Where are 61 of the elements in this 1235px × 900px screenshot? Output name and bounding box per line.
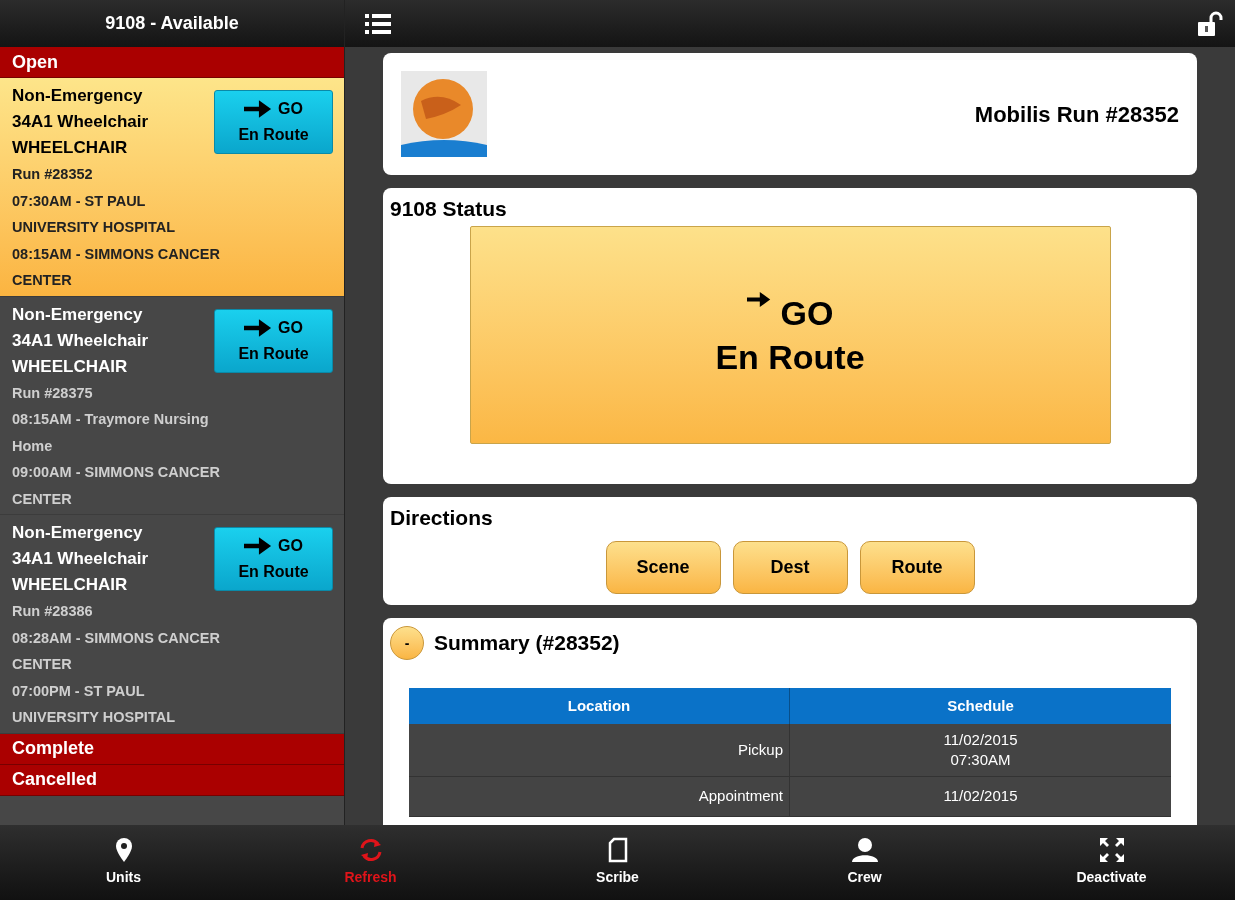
run-title-line: WHEELCHAIR bbox=[12, 355, 128, 378]
expand-icon bbox=[1098, 837, 1125, 863]
run-detail-line: 08:15AM - SIMMONS CANCER bbox=[12, 244, 220, 264]
tab-bar-button[interactable]: Deactivate bbox=[988, 825, 1235, 900]
run-title-line: Non-Emergency bbox=[12, 303, 143, 326]
run-detail-line: 09:00AM - SIMMONS CANCER bbox=[12, 463, 220, 482]
go-en-route-button[interactable]: GO En Route bbox=[469, 226, 1111, 444]
arrow-icon bbox=[244, 536, 273, 556]
person-icon bbox=[850, 837, 879, 863]
run-detail-line: 07:00PM - ST PAUL bbox=[12, 681, 145, 701]
run-detail-line: Run #28386 bbox=[12, 602, 93, 621]
run-detail-line: CENTER bbox=[12, 271, 72, 290]
directions-title: Directions bbox=[390, 505, 494, 531]
run-detail-line: Run #28352 bbox=[12, 165, 93, 184]
run-detail-line: CENTER bbox=[12, 655, 72, 674]
column-header: Schedule bbox=[946, 695, 1015, 716]
tab-bar-button[interactable]: Units bbox=[0, 825, 247, 900]
section-header[interactable]: Cancelled bbox=[0, 764, 344, 796]
run-title-line: 34A1 Wheelchair bbox=[12, 329, 149, 352]
run-title-line: WHEELCHAIR bbox=[12, 137, 128, 159]
run-detail-line: CENTER bbox=[12, 489, 72, 509]
run-detail-line: Run #28375 bbox=[12, 383, 93, 403]
tab-bar-button[interactable]: Crew bbox=[741, 825, 988, 900]
status-title: 9108 Status bbox=[390, 196, 508, 222]
run-title-line: Non-Emergency bbox=[12, 522, 143, 544]
direction-button[interactable]: Dest bbox=[732, 541, 848, 594]
section-header[interactable]: Complete bbox=[0, 733, 344, 765]
document-icon bbox=[606, 837, 629, 863]
run-title-line: Non-Emergency bbox=[12, 85, 143, 107]
run-number-title: Mobilis Run #28352 bbox=[974, 100, 1179, 129]
unit-status-title: 9108 - Available bbox=[105, 12, 239, 35]
arrow-icon bbox=[244, 317, 273, 338]
run-title-line: 34A1 Wheelchair bbox=[12, 548, 149, 570]
section-header[interactable]: Open bbox=[0, 47, 344, 78]
run-detail-line: 08:15AM - Traymore Nursing bbox=[12, 410, 209, 429]
go-en-route-button[interactable]: GO En Route bbox=[214, 527, 333, 591]
run-detail-line: 07:30AM - ST PAUL bbox=[12, 191, 146, 211]
unlock-icon[interactable] bbox=[1197, 10, 1223, 37]
go-en-route-button[interactable]: GO En Route bbox=[214, 308, 333, 373]
run-title-line: 34A1 Wheelchair bbox=[12, 111, 149, 133]
tab-bar-button[interactable]: Scribe bbox=[494, 825, 741, 900]
run-detail-line: Home bbox=[12, 436, 53, 456]
run-list-item[interactable]: Non-Emergency 34A1 Wheelchair WHEELCHAIR Run #28352 07:30AM - ST PAUL UNIVERSITY HOSPITAL 08:15AM - SIMMONS CANCER CENTER GO En Route bbox=[0, 78, 344, 297]
table-cell: Appointment bbox=[409, 777, 790, 816]
table-cell-text: 11/02/2015 07:30AM bbox=[942, 730, 1019, 770]
table-cell-text: 11/02/2015 bbox=[942, 786, 1019, 807]
table-cell: Pickup bbox=[409, 724, 790, 776]
run-detail-line: UNIVERSITY HOSPITAL bbox=[12, 708, 175, 727]
go-en-route-button[interactable]: GO En Route bbox=[214, 90, 333, 154]
tab-bar-button[interactable]: Refresh bbox=[247, 825, 494, 900]
run-title-line: WHEELCHAIR bbox=[12, 574, 128, 596]
summary-title: Summary (#28352) bbox=[434, 630, 620, 657]
run-detail-line: UNIVERSITY HOSPITAL bbox=[12, 218, 175, 237]
arrow-icon bbox=[244, 99, 273, 119]
run-detail-line: 08:28AM - SIMMONS CANCER bbox=[12, 628, 220, 648]
arrow-icon bbox=[746, 291, 771, 308]
direction-button[interactable]: Scene bbox=[605, 541, 721, 594]
map-pin-icon bbox=[114, 837, 133, 863]
direction-button[interactable]: Route bbox=[859, 541, 975, 594]
collapse-toggle[interactable]: - bbox=[390, 626, 424, 660]
list-icon[interactable] bbox=[365, 12, 391, 35]
